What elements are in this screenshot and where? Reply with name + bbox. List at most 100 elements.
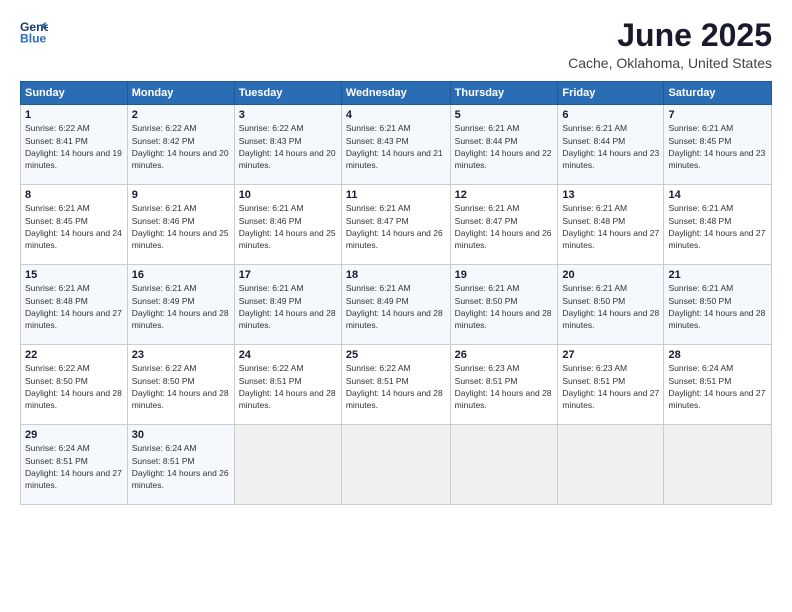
calendar-cell: 20Sunrise: 6:21 AMSunset: 8:50 PMDayligh… bbox=[558, 265, 664, 345]
page: General Blue June 2025 Cache, Oklahoma, … bbox=[0, 0, 792, 612]
day-number: 15 bbox=[25, 269, 123, 281]
day-info: Sunrise: 6:23 AMSunset: 8:51 PMDaylight:… bbox=[562, 362, 659, 411]
day-info: Sunrise: 6:21 AMSunset: 8:49 PMDaylight:… bbox=[132, 282, 230, 331]
day-number: 11 bbox=[346, 189, 446, 201]
day-info: Sunrise: 6:24 AMSunset: 8:51 PMDaylight:… bbox=[132, 442, 230, 491]
calendar-cell: 3Sunrise: 6:22 AMSunset: 8:43 PMDaylight… bbox=[234, 105, 341, 185]
calendar-cell: 10Sunrise: 6:21 AMSunset: 8:46 PMDayligh… bbox=[234, 185, 341, 265]
day-info: Sunrise: 6:21 AMSunset: 8:48 PMDaylight:… bbox=[562, 202, 659, 251]
day-info: Sunrise: 6:21 AMSunset: 8:46 PMDaylight:… bbox=[239, 202, 337, 251]
day-info: Sunrise: 6:21 AMSunset: 8:49 PMDaylight:… bbox=[346, 282, 446, 331]
day-info: Sunrise: 6:23 AMSunset: 8:51 PMDaylight:… bbox=[455, 362, 554, 411]
calendar-cell: 15Sunrise: 6:21 AMSunset: 8:48 PMDayligh… bbox=[21, 265, 128, 345]
day-info: Sunrise: 6:21 AMSunset: 8:44 PMDaylight:… bbox=[455, 122, 554, 171]
day-info: Sunrise: 6:21 AMSunset: 8:50 PMDaylight:… bbox=[562, 282, 659, 331]
calendar-cell: 12Sunrise: 6:21 AMSunset: 8:47 PMDayligh… bbox=[450, 185, 558, 265]
day-info: Sunrise: 6:24 AMSunset: 8:51 PMDaylight:… bbox=[668, 362, 767, 411]
day-info: Sunrise: 6:21 AMSunset: 8:47 PMDaylight:… bbox=[346, 202, 446, 251]
day-number: 7 bbox=[668, 109, 767, 121]
calendar-cell: 28Sunrise: 6:24 AMSunset: 8:51 PMDayligh… bbox=[664, 345, 772, 425]
day-number: 10 bbox=[239, 189, 337, 201]
calendar-cell: 9Sunrise: 6:21 AMSunset: 8:46 PMDaylight… bbox=[127, 185, 234, 265]
calendar-cell: 18Sunrise: 6:21 AMSunset: 8:49 PMDayligh… bbox=[341, 265, 450, 345]
calendar-cell: 26Sunrise: 6:23 AMSunset: 8:51 PMDayligh… bbox=[450, 345, 558, 425]
day-number: 5 bbox=[455, 109, 554, 121]
day-info: Sunrise: 6:21 AMSunset: 8:43 PMDaylight:… bbox=[346, 122, 446, 171]
calendar-cell: 29Sunrise: 6:24 AMSunset: 8:51 PMDayligh… bbox=[21, 425, 128, 505]
day-info: Sunrise: 6:21 AMSunset: 8:49 PMDaylight:… bbox=[239, 282, 337, 331]
logo: General Blue bbox=[20, 18, 48, 46]
day-info: Sunrise: 6:24 AMSunset: 8:51 PMDaylight:… bbox=[25, 442, 123, 491]
calendar-cell bbox=[450, 425, 558, 505]
day-number: 28 bbox=[668, 349, 767, 361]
day-info: Sunrise: 6:21 AMSunset: 8:44 PMDaylight:… bbox=[562, 122, 659, 171]
calendar-cell: 22Sunrise: 6:22 AMSunset: 8:50 PMDayligh… bbox=[21, 345, 128, 425]
day-info: Sunrise: 6:21 AMSunset: 8:48 PMDaylight:… bbox=[668, 202, 767, 251]
calendar-cell: 1Sunrise: 6:22 AMSunset: 8:41 PMDaylight… bbox=[21, 105, 128, 185]
calendar-cell: 6Sunrise: 6:21 AMSunset: 8:44 PMDaylight… bbox=[558, 105, 664, 185]
day-number: 8 bbox=[25, 189, 123, 201]
day-info: Sunrise: 6:22 AMSunset: 8:41 PMDaylight:… bbox=[25, 122, 123, 171]
calendar-cell: 30Sunrise: 6:24 AMSunset: 8:51 PMDayligh… bbox=[127, 425, 234, 505]
day-number: 25 bbox=[346, 349, 446, 361]
day-info: Sunrise: 6:22 AMSunset: 8:51 PMDaylight:… bbox=[239, 362, 337, 411]
calendar-cell: 4Sunrise: 6:21 AMSunset: 8:43 PMDaylight… bbox=[341, 105, 450, 185]
day-number: 2 bbox=[132, 109, 230, 121]
calendar-cell: 16Sunrise: 6:21 AMSunset: 8:49 PMDayligh… bbox=[127, 265, 234, 345]
day-info: Sunrise: 6:22 AMSunset: 8:51 PMDaylight:… bbox=[346, 362, 446, 411]
day-number: 29 bbox=[25, 429, 123, 441]
day-number: 30 bbox=[132, 429, 230, 441]
day-number: 19 bbox=[455, 269, 554, 281]
day-number: 4 bbox=[346, 109, 446, 121]
day-number: 14 bbox=[668, 189, 767, 201]
day-number: 18 bbox=[346, 269, 446, 281]
day-number: 24 bbox=[239, 349, 337, 361]
day-header-saturday: Saturday bbox=[664, 82, 772, 105]
calendar-cell: 17Sunrise: 6:21 AMSunset: 8:49 PMDayligh… bbox=[234, 265, 341, 345]
day-info: Sunrise: 6:22 AMSunset: 8:50 PMDaylight:… bbox=[25, 362, 123, 411]
day-number: 12 bbox=[455, 189, 554, 201]
day-number: 23 bbox=[132, 349, 230, 361]
calendar-cell: 11Sunrise: 6:21 AMSunset: 8:47 PMDayligh… bbox=[341, 185, 450, 265]
calendar-cell: 7Sunrise: 6:21 AMSunset: 8:45 PMDaylight… bbox=[664, 105, 772, 185]
day-info: Sunrise: 6:22 AMSunset: 8:42 PMDaylight:… bbox=[132, 122, 230, 171]
calendar-cell: 14Sunrise: 6:21 AMSunset: 8:48 PMDayligh… bbox=[664, 185, 772, 265]
day-number: 26 bbox=[455, 349, 554, 361]
svg-text:Blue: Blue bbox=[20, 31, 47, 45]
day-number: 3 bbox=[239, 109, 337, 121]
day-header-monday: Monday bbox=[127, 82, 234, 105]
day-number: 6 bbox=[562, 109, 659, 121]
day-number: 21 bbox=[668, 269, 767, 281]
calendar-cell: 19Sunrise: 6:21 AMSunset: 8:50 PMDayligh… bbox=[450, 265, 558, 345]
calendar-cell: 23Sunrise: 6:22 AMSunset: 8:50 PMDayligh… bbox=[127, 345, 234, 425]
day-header-sunday: Sunday bbox=[21, 82, 128, 105]
calendar-cell bbox=[234, 425, 341, 505]
day-number: 16 bbox=[132, 269, 230, 281]
day-number: 22 bbox=[25, 349, 123, 361]
calendar-cell bbox=[664, 425, 772, 505]
calendar-cell: 8Sunrise: 6:21 AMSunset: 8:45 PMDaylight… bbox=[21, 185, 128, 265]
day-number: 13 bbox=[562, 189, 659, 201]
day-number: 1 bbox=[25, 109, 123, 121]
calendar: SundayMondayTuesdayWednesdayThursdayFrid… bbox=[20, 81, 772, 505]
day-number: 17 bbox=[239, 269, 337, 281]
calendar-cell: 21Sunrise: 6:21 AMSunset: 8:50 PMDayligh… bbox=[664, 265, 772, 345]
calendar-cell: 13Sunrise: 6:21 AMSunset: 8:48 PMDayligh… bbox=[558, 185, 664, 265]
main-title: June 2025 bbox=[568, 18, 772, 53]
title-block: June 2025 Cache, Oklahoma, United States bbox=[568, 18, 772, 71]
day-header-wednesday: Wednesday bbox=[341, 82, 450, 105]
day-info: Sunrise: 6:21 AMSunset: 8:50 PMDaylight:… bbox=[455, 282, 554, 331]
logo-icon: General Blue bbox=[20, 18, 48, 46]
day-info: Sunrise: 6:22 AMSunset: 8:43 PMDaylight:… bbox=[239, 122, 337, 171]
day-info: Sunrise: 6:21 AMSunset: 8:45 PMDaylight:… bbox=[668, 122, 767, 171]
calendar-cell: 25Sunrise: 6:22 AMSunset: 8:51 PMDayligh… bbox=[341, 345, 450, 425]
calendar-cell: 24Sunrise: 6:22 AMSunset: 8:51 PMDayligh… bbox=[234, 345, 341, 425]
calendar-cell: 27Sunrise: 6:23 AMSunset: 8:51 PMDayligh… bbox=[558, 345, 664, 425]
calendar-cell: 5Sunrise: 6:21 AMSunset: 8:44 PMDaylight… bbox=[450, 105, 558, 185]
calendar-cell: 2Sunrise: 6:22 AMSunset: 8:42 PMDaylight… bbox=[127, 105, 234, 185]
subtitle: Cache, Oklahoma, United States bbox=[568, 55, 772, 71]
day-header-thursday: Thursday bbox=[450, 82, 558, 105]
day-info: Sunrise: 6:22 AMSunset: 8:50 PMDaylight:… bbox=[132, 362, 230, 411]
day-info: Sunrise: 6:21 AMSunset: 8:50 PMDaylight:… bbox=[668, 282, 767, 331]
day-header-friday: Friday bbox=[558, 82, 664, 105]
